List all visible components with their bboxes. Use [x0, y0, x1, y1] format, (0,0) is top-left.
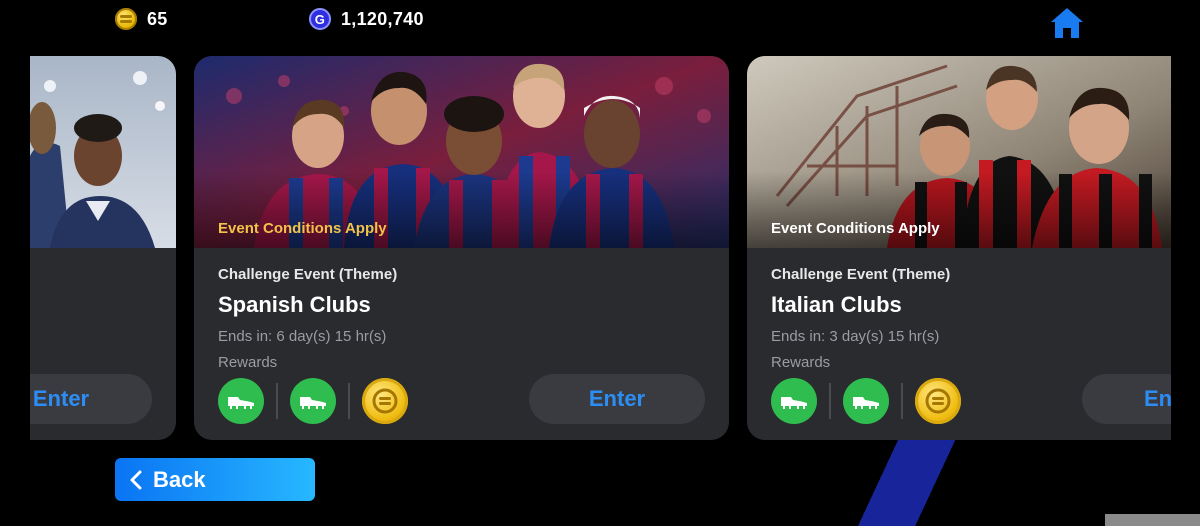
reward-separator [829, 383, 831, 419]
rewards-label: Rewards [218, 354, 278, 371]
event-conditions-label: Event Conditions Apply [771, 220, 940, 237]
gp-amount: 1,120,740 [341, 8, 424, 29]
boots-icon[interactable] [218, 378, 264, 424]
event-ends: Ends in: 3 day(s) 15 hr(s) [771, 328, 940, 345]
event-banner-image [30, 56, 176, 248]
event-conditions-label: Event Conditions Apply [218, 220, 387, 237]
event-type: Challenge Event (Theme) [771, 266, 951, 283]
boots-icon[interactable] [771, 378, 817, 424]
gp-balance: G 1,120,740 [309, 8, 424, 30]
coin-amount: 65 [147, 8, 168, 29]
home-icon[interactable] [1048, 6, 1086, 40]
event-type: Challenge Event (Theme) [218, 266, 398, 283]
ecoin-icon [115, 8, 137, 30]
ecoin-icon[interactable] [915, 378, 961, 424]
reward-separator [348, 383, 350, 419]
boots-icon[interactable] [843, 378, 889, 424]
reward-separator [276, 383, 278, 419]
reward-separator [901, 383, 903, 419]
back-label: Back [153, 466, 206, 492]
background-bar [1105, 514, 1200, 526]
rewards-list [771, 378, 961, 424]
event-card-italian-clubs[interactable]: Event Conditions Apply Challenge Event (… [747, 56, 1171, 440]
enter-button[interactable]: Enter [30, 374, 152, 424]
rewards-label: Rewards [771, 354, 831, 371]
enter-button[interactable]: En [1082, 374, 1171, 424]
boots-icon[interactable] [290, 378, 336, 424]
event-card-left[interactable]: Enter [30, 56, 176, 440]
back-button[interactable]: Back [115, 458, 315, 501]
event-name: Italian Clubs [771, 292, 902, 317]
event-name: Spanish Clubs [218, 292, 371, 317]
coin-balance: 65 [115, 8, 168, 30]
rewards-list [218, 378, 408, 424]
enter-button[interactable]: Enter [529, 374, 705, 424]
chevron-left-icon [130, 470, 142, 489]
event-card-spanish-clubs[interactable]: Event Conditions Apply Challenge Event (… [194, 56, 729, 440]
event-ends: Ends in: 6 day(s) 15 hr(s) [218, 328, 387, 345]
gp-icon: G [309, 8, 331, 30]
ecoin-icon[interactable] [362, 378, 408, 424]
